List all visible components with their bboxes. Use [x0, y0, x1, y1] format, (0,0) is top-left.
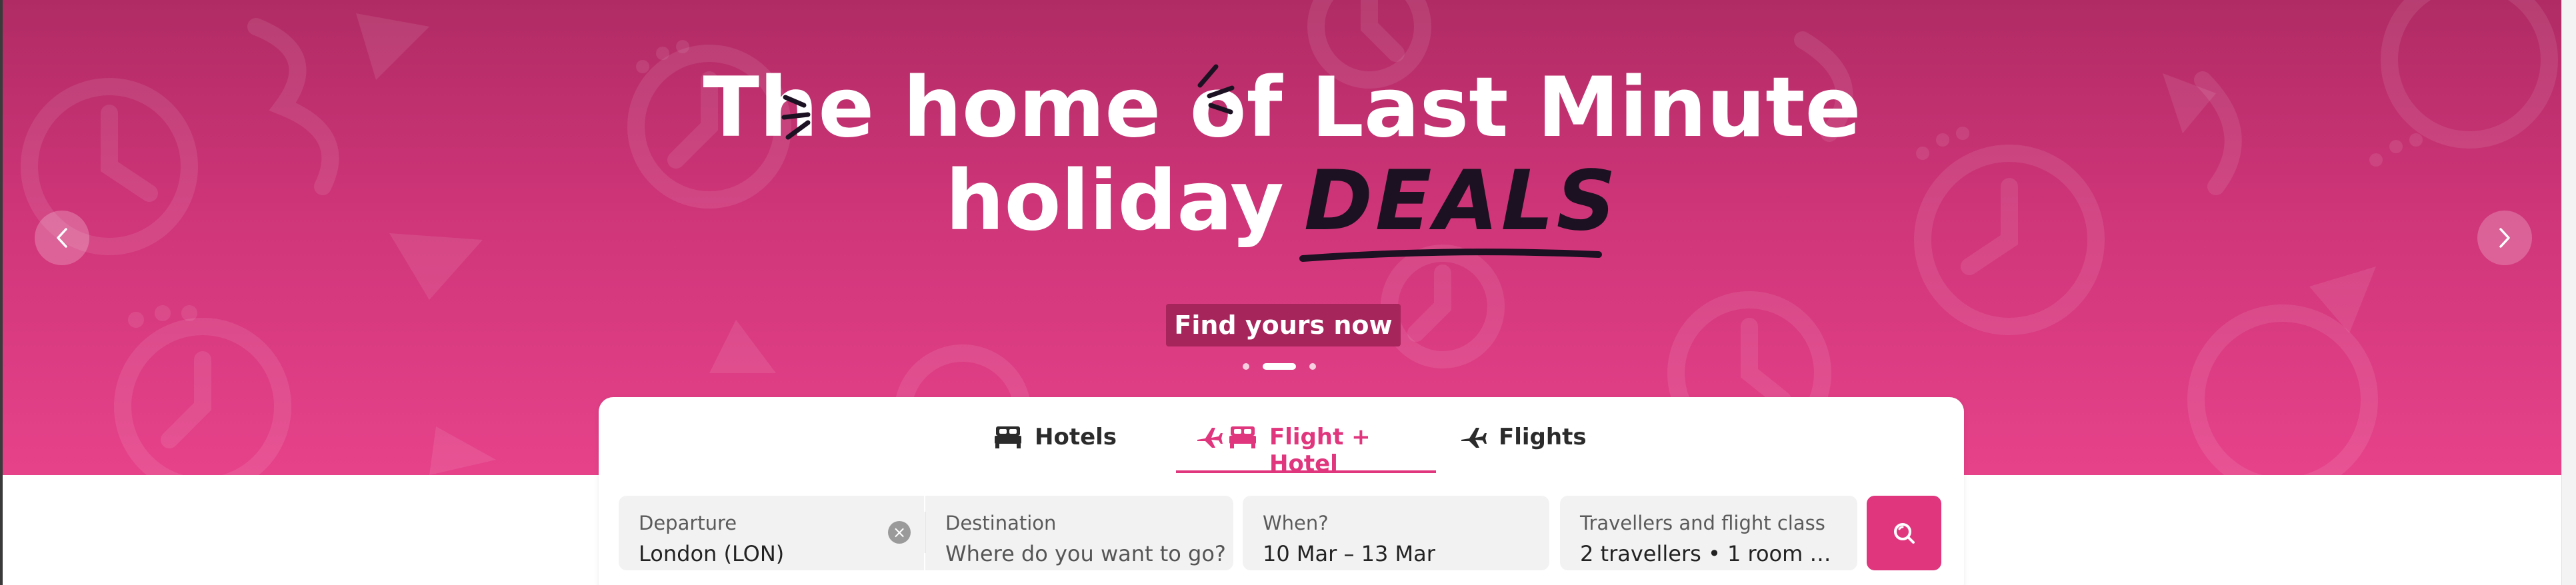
- bed-icon: [993, 424, 1023, 450]
- chevron-left-icon: [57, 228, 67, 248]
- chevron-right-icon: [2499, 228, 2510, 248]
- tab-flight-hotel-label: Flight + Hotel: [1269, 424, 1371, 477]
- travellers-field[interactable]: Travellers and flight class 2 travellers…: [1560, 496, 1857, 570]
- carousel-indicators: [1243, 363, 1316, 370]
- destination-label: Destination: [945, 512, 1057, 534]
- tab-hotels[interactable]: Hotels: [993, 424, 1117, 473]
- cta-label: Find yours now: [1174, 310, 1393, 340]
- tab-flights-label: Flights: [1499, 424, 1587, 450]
- dates-label: When?: [1263, 512, 1329, 534]
- headline-text-1: The home of Last Minute: [703, 60, 1861, 156]
- plane-bed-icon: [1196, 424, 1257, 450]
- carousel-prev-button[interactable]: [35, 211, 89, 265]
- window-edge-right: [2561, 0, 2576, 585]
- find-yours-now-button[interactable]: Find yours now: [1166, 304, 1401, 346]
- sparkle-doodle-left: [781, 95, 811, 140]
- destination-placeholder: Where do you want to go?: [945, 541, 1226, 566]
- carousel-dot-3[interactable]: [1309, 363, 1316, 370]
- tab-hotels-label: Hotels: [1035, 424, 1117, 450]
- search-button[interactable]: [1867, 496, 1941, 570]
- tab-flights[interactable]: Flights: [1460, 424, 1587, 473]
- search-icon: [1894, 523, 1915, 544]
- tab-flight-hotel[interactable]: Flight + Hotel: [1176, 424, 1436, 477]
- deals-underline-doodle: [1299, 249, 1602, 262]
- carousel-next-button[interactable]: [2477, 211, 2532, 265]
- sparkle-doodle-right: [1197, 64, 1235, 115]
- deals-highlight: DEALS: [1299, 160, 1619, 262]
- clear-departure-icon[interactable]: ×: [888, 521, 911, 544]
- headline-text-2: holiday: [945, 153, 1284, 249]
- carousel-dot-2-active[interactable]: [1263, 363, 1296, 370]
- departure-field[interactable]: Departure London (LON): [619, 496, 924, 570]
- hero-headline-line2: holiday DEALS: [3, 160, 2561, 262]
- travellers-value: 2 travellers • 1 room • A...: [1580, 541, 1837, 566]
- deals-text: DEALS: [1304, 153, 1619, 249]
- departure-value: London (LON): [639, 541, 785, 566]
- plane-icon: [1460, 424, 1487, 450]
- carousel-dot-1[interactable]: [1243, 363, 1249, 370]
- search-panel: Hotels Flight + Hotel Flights Departure …: [599, 397, 1964, 585]
- destination-field[interactable]: Destination Where do you want to go?: [925, 496, 1233, 570]
- travellers-label: Travellers and flight class: [1580, 512, 1825, 534]
- search-tabs: Hotels Flight + Hotel Flights: [599, 397, 1964, 477]
- hero-headline-line1: The home of Last Minute: [3, 67, 2561, 149]
- departure-label: Departure: [639, 512, 737, 534]
- dates-value: 10 Mar – 13 Mar: [1263, 541, 1435, 566]
- dates-field[interactable]: When? 10 Mar – 13 Mar: [1243, 496, 1549, 570]
